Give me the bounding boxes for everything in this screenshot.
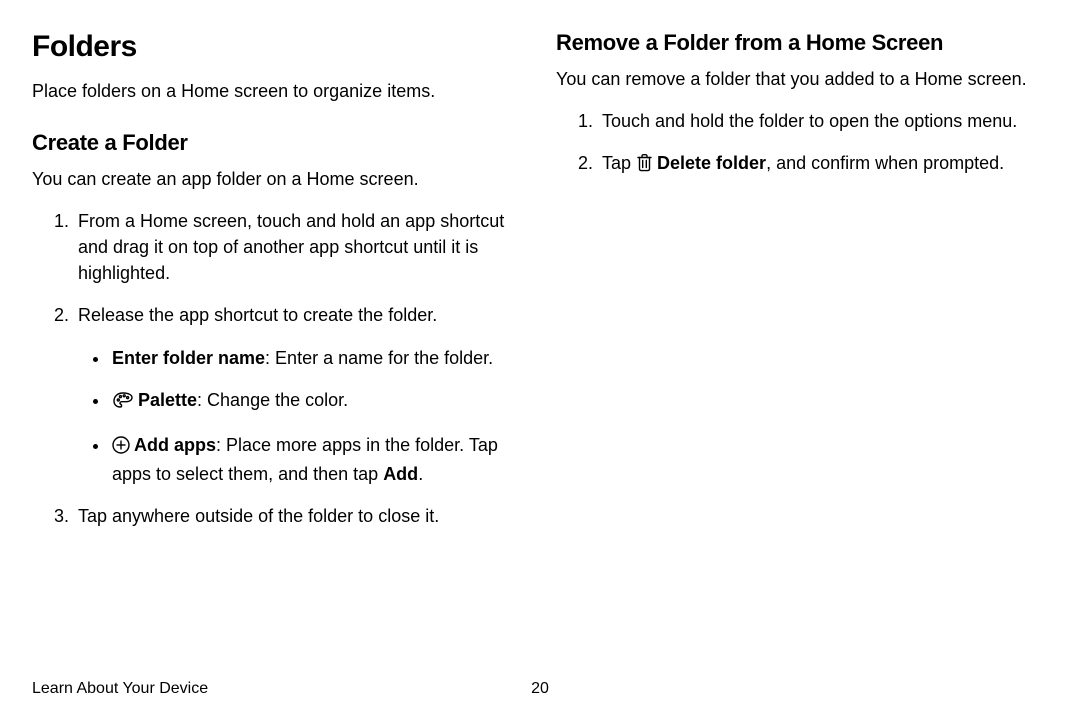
heading-remove-folder: Remove a Folder from a Home Screen xyxy=(556,30,1048,56)
left-column: Folders Place folders on a Home screen t… xyxy=(32,30,524,545)
step-2: Release the app shortcut to create the f… xyxy=(74,302,524,486)
bullet-add-apps-add: Add xyxy=(383,464,418,484)
heading-create-folder: Create a Folder xyxy=(32,130,524,156)
intro-text: Place folders on a Home screen to organi… xyxy=(32,78,524,104)
bullet-enter-name-label: Enter folder name xyxy=(112,348,265,368)
create-folder-steps: From a Home screen, touch and hold an ap… xyxy=(32,208,524,529)
bullet-palette: Palette: Change the color. xyxy=(110,387,524,416)
remove-step-2-post: , and confirm when prompted. xyxy=(766,153,1004,173)
add-icon xyxy=(112,435,130,461)
bullet-enter-name: Enter folder name: Enter a name for the … xyxy=(110,345,524,371)
bullet-palette-rest: : Change the color. xyxy=(197,390,348,410)
step-3: Tap anywhere outside of the folder to cl… xyxy=(74,503,524,529)
remove-folder-steps: Touch and hold the folder to open the op… xyxy=(556,108,1048,179)
bullet-enter-name-rest: : Enter a name for the folder. xyxy=(265,348,493,368)
bullet-add-apps-label: Add apps xyxy=(134,435,216,455)
page-body: Folders Place folders on a Home screen t… xyxy=(0,0,1080,615)
step-1: From a Home screen, touch and hold an ap… xyxy=(74,208,524,286)
right-column: Remove a Folder from a Home Screen You c… xyxy=(556,30,1048,545)
remove-step-2-label: Delete folder xyxy=(657,153,766,173)
bullet-add-apps: Add apps: Place more apps in the folder.… xyxy=(110,432,524,487)
remove-step-2: Tap Delete folder, and confirm when prom… xyxy=(598,150,1048,179)
delete-icon xyxy=(636,153,653,179)
footer-page-number: 20 xyxy=(531,680,549,698)
palette-icon xyxy=(112,390,134,416)
step-2-text: Release the app shortcut to create the f… xyxy=(78,305,437,325)
page-footer: Learn About Your Device 20 xyxy=(32,680,1048,698)
bullet-palette-label: Palette xyxy=(138,390,197,410)
step-2-bullets: Enter folder name: Enter a name for the … xyxy=(78,345,524,487)
create-folder-desc: You can create an app folder on a Home s… xyxy=(32,166,524,192)
footer-section-title: Learn About Your Device xyxy=(32,680,208,698)
bullet-add-apps-end: . xyxy=(418,464,423,484)
heading-folders: Folders xyxy=(32,30,524,64)
remove-step-1: Touch and hold the folder to open the op… xyxy=(598,108,1048,134)
remove-step-2-pre: Tap xyxy=(602,153,636,173)
remove-folder-desc: You can remove a folder that you added t… xyxy=(556,66,1048,92)
